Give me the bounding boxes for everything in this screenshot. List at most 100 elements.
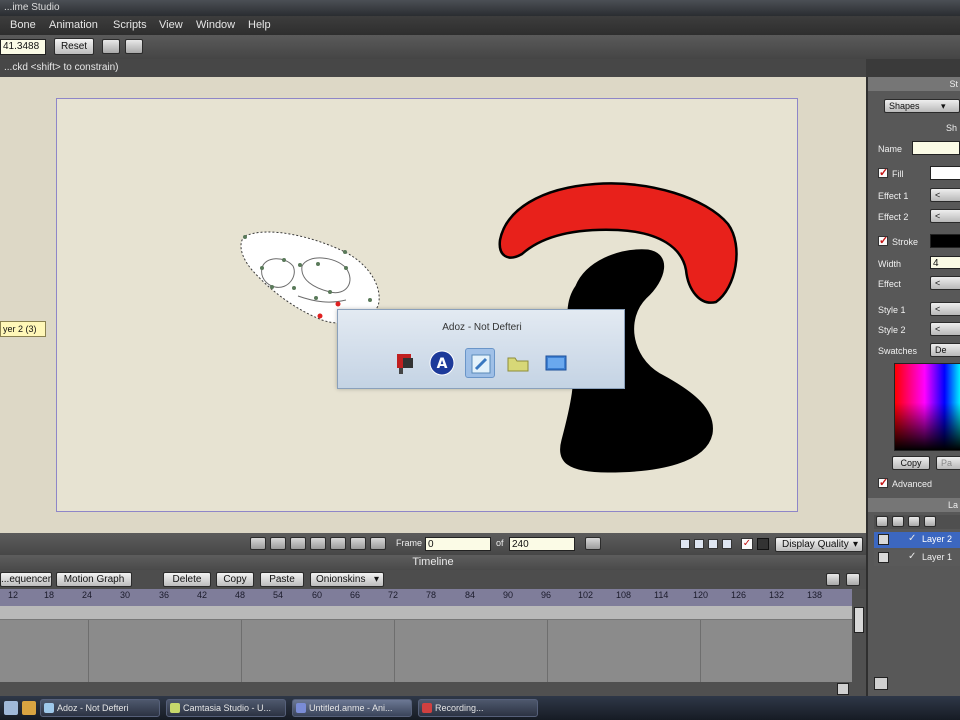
fill-checkbox[interactable]: [878, 166, 888, 179]
tool-option-icon-1[interactable]: [102, 39, 120, 54]
fill-color-swatch[interactable]: [930, 166, 960, 180]
style2-dropdown[interactable]: <: [930, 322, 960, 336]
frame-label: Frame: [396, 538, 423, 548]
track-divider: [88, 620, 89, 682]
display-quality-dropdown[interactable]: Display Quality ▾: [775, 537, 863, 552]
play-button[interactable]: [290, 537, 306, 550]
grid-icon-3[interactable]: [708, 539, 718, 549]
taskbar-item[interactable]: Untitled.anme - Ani...: [292, 699, 412, 717]
folder-icon[interactable]: [892, 516, 904, 527]
camtasia-icon: [170, 703, 180, 713]
tab-sequencer[interactable]: ...equencer: [0, 572, 52, 587]
frame-field[interactable]: 0: [425, 537, 491, 551]
paste-button[interactable]: Paste: [260, 572, 304, 587]
section-label: Sh: [946, 123, 958, 133]
menu-view[interactable]: View: [159, 16, 183, 35]
tick-label: 102: [578, 590, 594, 600]
pencil-window-icon[interactable]: [465, 348, 495, 378]
stroke-checkbox[interactable]: [878, 234, 888, 247]
last-key-button[interactable]: [370, 537, 386, 550]
display-quality-label: Display Quality: [782, 539, 849, 550]
flag-icon[interactable]: [390, 348, 420, 378]
effect-dropdown[interactable]: <: [930, 276, 960, 290]
folder-icon[interactable]: [503, 348, 533, 378]
taskbar-item[interactable]: Recording...: [418, 699, 538, 717]
tick-label: 18: [44, 590, 55, 600]
timeline-tracks[interactable]: [0, 606, 852, 682]
duplicate-icon[interactable]: [908, 516, 920, 527]
name-field[interactable]: [912, 141, 960, 155]
stroke-color-swatch[interactable]: [930, 234, 960, 248]
check-icon[interactable]: ✓: [741, 538, 753, 550]
scroll-thumb[interactable]: [854, 607, 864, 633]
style2-label: Style 2: [878, 325, 906, 335]
onionskins-dropdown[interactable]: Onionskins ▾: [310, 572, 384, 587]
quick-launch-icon-2[interactable]: [22, 701, 36, 715]
reset-button[interactable]: Reset: [54, 38, 94, 55]
menu-help[interactable]: Help: [248, 16, 271, 35]
taskbar-label: Untitled.anme - Ani...: [309, 703, 393, 713]
tick-label: 54: [273, 590, 284, 600]
new-layer-icon[interactable]: [876, 516, 888, 527]
effect1-dropdown[interactable]: <: [930, 188, 960, 202]
color-picker[interactable]: [894, 363, 960, 451]
paste-style-button[interactable]: Pa: [936, 456, 960, 470]
zoom-out-icon[interactable]: [846, 573, 860, 586]
a-circle-icon[interactable]: A: [427, 348, 457, 378]
step-forward-button[interactable]: [310, 537, 326, 550]
task-switcher-popup: Adoz - Not Defteri A: [337, 309, 625, 389]
timeline-ruler[interactable]: 12 18 24 30 36 42 48 54 60 66 72 78 84 9…: [0, 589, 852, 606]
copy-button[interactable]: Copy: [216, 572, 254, 587]
artwork[interactable]: [0, 77, 866, 533]
timeline-track-row[interactable]: [0, 606, 852, 620]
step-back-button[interactable]: [270, 537, 286, 550]
zoom-in-icon[interactable]: [826, 573, 840, 586]
menu-bone[interactable]: Bone: [10, 16, 36, 35]
total-frames-field[interactable]: 240: [509, 537, 575, 551]
delete-button[interactable]: Delete: [163, 572, 211, 587]
loop-icon[interactable]: [585, 537, 601, 550]
visibility-check-icon[interactable]: ✓: [908, 533, 916, 544]
scroll-right-button[interactable]: [837, 683, 849, 695]
menu-window[interactable]: Window: [196, 16, 235, 35]
effect2-dropdown[interactable]: <: [930, 209, 960, 223]
monitor-icon[interactable]: [541, 348, 571, 378]
tool-options-bar: 41.3488 Reset: [0, 35, 960, 59]
tab-motion-graph[interactable]: Motion Graph: [56, 572, 132, 587]
grid-icon-1[interactable]: [680, 539, 690, 549]
shapes-dropdown[interactable]: Shapes ▾: [884, 99, 960, 113]
rewind-button[interactable]: [250, 537, 266, 550]
fast-forward-button[interactable]: [330, 537, 346, 550]
visibility-check-icon[interactable]: ✓: [908, 551, 916, 562]
style1-dropdown[interactable]: <: [930, 302, 960, 316]
chevron-down-icon: ▾: [852, 539, 858, 550]
timeline-hscroll[interactable]: [0, 682, 866, 696]
timeline-title: Timeline: [0, 555, 866, 570]
status-line: ...ckd <shift> to constrain): [0, 59, 866, 77]
grid-icon-2[interactable]: [694, 539, 704, 549]
layer-name: Layer 1: [922, 552, 953, 562]
layer-row-selected[interactable]: ✓ Layer 2: [874, 532, 960, 548]
menu-scripts[interactable]: Scripts: [113, 16, 147, 35]
taskbar-item[interactable]: Adoz - Not Defteri: [40, 699, 160, 717]
timeline-scrollbar[interactable]: [852, 589, 866, 682]
tool-value-field[interactable]: 41.3488: [0, 39, 46, 55]
chevron-down-icon: ▾: [373, 574, 379, 585]
tool-option-icon-2[interactable]: [125, 39, 143, 54]
taskbar-item[interactable]: Camtasia Studio - U...: [166, 699, 286, 717]
advanced-checkbox[interactable]: [878, 476, 888, 489]
grid-icon-4[interactable]: [722, 539, 732, 549]
next-key-button[interactable]: [350, 537, 366, 550]
toggle-icon[interactable]: [757, 538, 769, 550]
delete-layer-icon[interactable]: [924, 516, 936, 527]
tick-label: 96: [541, 590, 552, 600]
track-divider: [547, 620, 548, 682]
layer-type-icon: [878, 552, 889, 563]
quick-launch-icon-1[interactable]: [4, 701, 18, 715]
width-field[interactable]: 4: [930, 256, 960, 269]
panel-scroll-left[interactable]: [874, 677, 888, 690]
swatches-dropdown[interactable]: De: [930, 343, 960, 357]
menu-animation[interactable]: Animation: [49, 16, 98, 35]
copy-style-button[interactable]: Copy: [892, 456, 930, 470]
layer-row[interactable]: ✓ Layer 1: [874, 550, 960, 566]
